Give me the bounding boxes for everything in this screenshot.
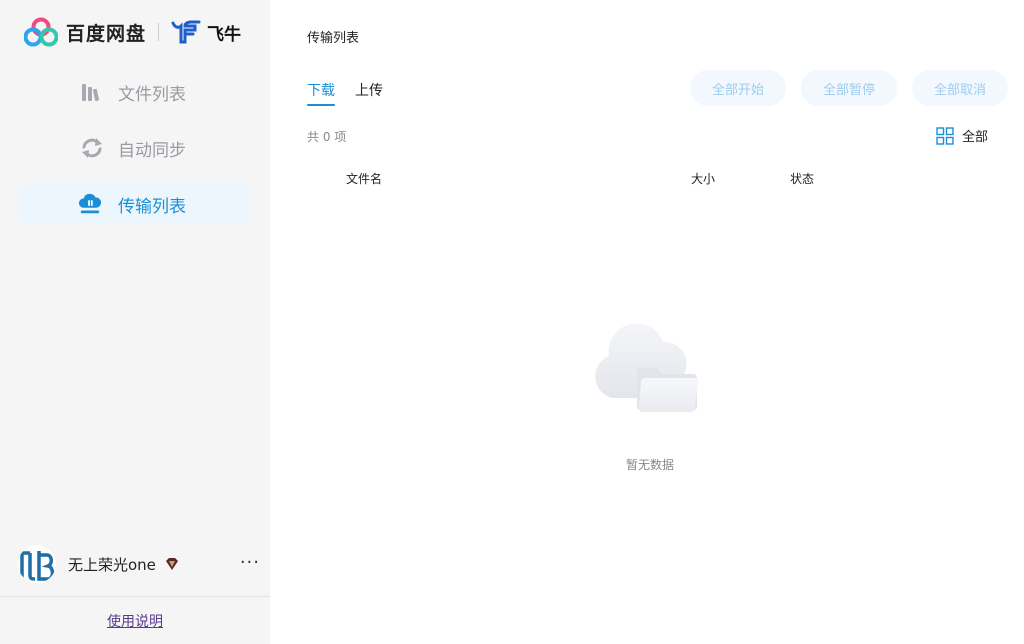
more-options-button[interactable]: ··· (240, 552, 260, 573)
user-profile[interactable]: 无上荣光one ··· (18, 544, 268, 584)
sidebar-item-auto-sync[interactable]: 自动同步 (18, 128, 250, 168)
tab-download[interactable]: 下载 (307, 80, 335, 106)
bulk-actions: 全部开始 全部暂停 全部取消 (675, 70, 1008, 106)
column-header-size[interactable]: 大小 (691, 170, 715, 187)
sidebar-item-file-list[interactable]: 文件列表 (18, 72, 250, 112)
column-header-name[interactable]: 文件名 (346, 170, 382, 187)
empty-text: 暂无数据 (625, 458, 674, 472)
username: 无上荣光one (68, 555, 156, 574)
cancel-all-button[interactable]: 全部取消 (912, 70, 1008, 106)
item-count: 共 0 项 (307, 130, 347, 144)
sidebar-item-transfer-list[interactable]: 传输列表 (18, 184, 250, 224)
filter-dropdown[interactable]: 全部 (936, 126, 988, 145)
brand-divider (158, 23, 160, 41)
page-title: 传输列表 (307, 31, 360, 46)
grid-icon (936, 126, 954, 145)
feiniu-logo-icon (171, 20, 201, 44)
start-all-button[interactable]: 全部开始 (690, 70, 786, 106)
brand-name: 百度网盘 (66, 22, 147, 45)
vip-diamond-icon (165, 558, 178, 570)
transfer-tabs: 下载 上传 (307, 80, 403, 106)
filter-label: 全部 (961, 130, 988, 145)
sidebar-nav: 文件列表 自动同步 传输列表 (18, 72, 250, 240)
help-link[interactable]: 使用说明 (107, 611, 163, 631)
baidu-netdisk-logo-icon (24, 17, 58, 47)
avatar (18, 545, 56, 583)
sidebar-item-label: 文件列表 (118, 84, 186, 105)
sidebar: 百度网盘 飞牛 文件列表 自动同步 传输列表 无上荣光one ··· 使用说明 (0, 0, 270, 644)
sync-icon (82, 138, 102, 158)
empty-cloud-folder-icon (595, 323, 699, 412)
column-header-status[interactable]: 状态 (790, 170, 814, 187)
brand: 百度网盘 飞牛 (24, 16, 241, 48)
main-content: 传输列表 下载 上传 全部开始 全部暂停 全部取消 共 0 项 全部 文件名 大… (270, 0, 1024, 644)
partner-name: 飞牛 (207, 24, 242, 45)
table-header: 文件名 大小 状态 (270, 170, 1024, 190)
empty-state: 暂无数据 (570, 320, 730, 473)
tab-upload[interactable]: 上传 (355, 80, 383, 102)
sidebar-footer: 使用说明 (0, 596, 270, 644)
pause-all-button[interactable]: 全部暂停 (801, 70, 897, 106)
sidebar-item-label: 自动同步 (118, 140, 186, 161)
books-icon (82, 84, 100, 102)
cloud-transfer-icon (78, 193, 102, 214)
sidebar-item-label: 传输列表 (118, 196, 186, 217)
